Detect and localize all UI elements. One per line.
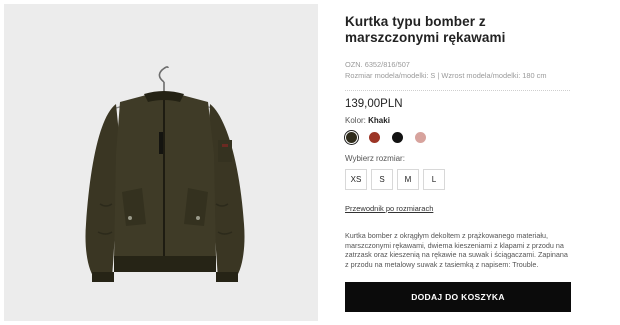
product-meta: OZN. 6352/816/507 Rozmiar modela/modelki… — [345, 59, 577, 81]
product-description: Kurtka bomber z okrągłym dekoltem z prąż… — [345, 231, 568, 269]
color-value: Khaki — [368, 116, 390, 125]
color-swatches — [345, 131, 577, 144]
size-selector: XS S M L — [345, 169, 577, 190]
color-swatch-black[interactable] — [391, 131, 404, 144]
size-guide-link[interactable]: Przewodnik po rozmiarach — [345, 204, 433, 213]
product-price: 139,00PLN — [345, 98, 403, 110]
color-swatch-pink[interactable] — [414, 131, 427, 144]
product-title: Kurtka typu bomber z marszczonymi rękawa… — [345, 14, 506, 45]
color-row: Kolor: Khaki — [345, 116, 577, 125]
product-reference: OZN. 6352/816/507 — [345, 60, 410, 69]
add-to-cart-button[interactable]: DODAJ DO KOSZYKA — [345, 282, 571, 312]
size-button-xs[interactable]: XS — [345, 169, 367, 190]
color-swatch-khaki[interactable] — [345, 131, 358, 144]
color-swatch-red[interactable] — [368, 131, 381, 144]
size-label: Wybierz rozmiar: — [345, 154, 405, 163]
size-button-l[interactable]: L — [423, 169, 445, 190]
divider — [345, 90, 570, 91]
size-button-s[interactable]: S — [371, 169, 393, 190]
color-label: Kolor: — [345, 116, 366, 125]
size-button-m[interactable]: M — [397, 169, 419, 190]
bomber-jacket-image — [4, 4, 318, 321]
product-image[interactable] — [4, 4, 318, 321]
model-info: Rozmiar modela/modelki: S | Wzrost model… — [345, 71, 547, 80]
product-info: Kurtka typu bomber z marszczonymi rękawa… — [345, 14, 577, 269]
